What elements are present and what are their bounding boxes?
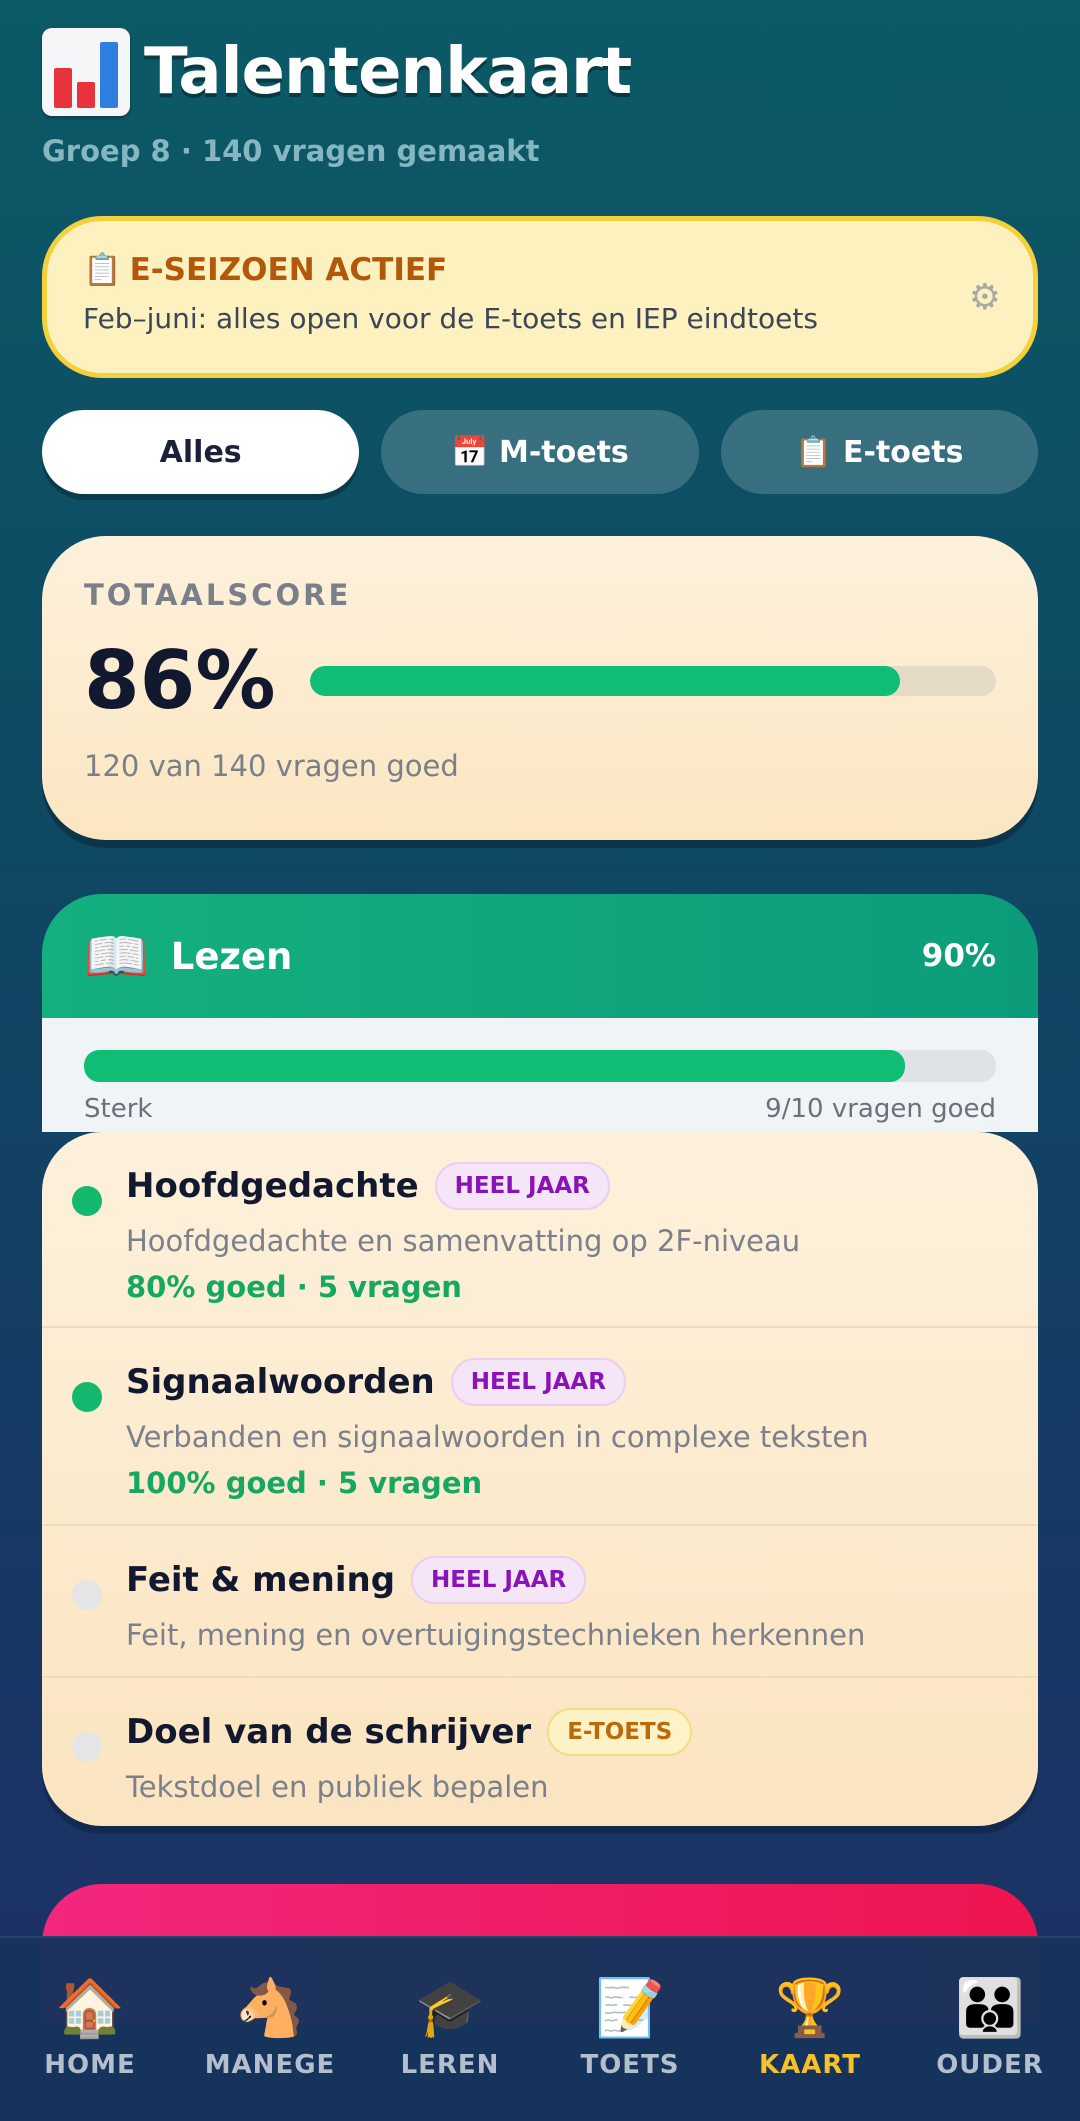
topic-badge: HEEL JAAR [411,1556,587,1604]
section-progress-fill [84,1050,905,1082]
topic-score: 100% goed · 5 vragen [126,1466,483,1500]
section-header-lezen[interactable]: 📖 Lezen 90% [42,894,1038,1018]
section-detail: 9/10 vragen goed [765,1094,996,1124]
nav-ouder[interactable]: 👪 OUDER [905,1976,1075,2080]
topic-description: Tekstdoel en publiek bepalen [126,1770,549,1804]
banner-text: Feb–juni: alles open voor de E-toets en … [83,302,818,335]
banner-title: E-SEIZOEN ACTIEF [129,251,448,288]
page-title: Talentenkaart [144,35,632,109]
topic-title: Signaalwoorden [126,1362,435,1402]
nav-label: HOME [44,2050,136,2080]
total-progress-bar [310,665,996,696]
nav-label: TOETS [580,2050,680,2080]
list-item[interactable]: Hoofdgedachte HEEL JAAR Hoofdgedachte en… [42,1132,1038,1328]
house-icon: 🏠 [55,1976,125,2041]
memo-icon: 📝 [595,1976,665,2041]
page-subtitle: Groep 8 · 140 vragen gemaakt [42,134,540,168]
page-header: Talentenkaart Groep 8 · 140 vragen gemaa… [42,28,632,168]
tab-m-toets[interactable]: 📅 M-toets [381,410,699,494]
topic-list: Hoofdgedachte HEEL JAAR Hoofdgedachte en… [42,1132,1038,1826]
nav-label: OUDER [936,2050,1044,2080]
topic-title: Feit & mening [126,1560,396,1600]
section-level: Sterk [84,1094,153,1124]
list-item[interactable]: Doel van de schrijver E-TOETS Tekstdoel … [42,1678,1038,1826]
total-score-label: TOTAALSCORE [84,578,352,612]
topic-badge: E-TOETS [547,1708,693,1756]
family-icon: 👪 [955,1976,1025,2041]
topic-title: Doel van de schrijver [126,1712,532,1752]
list-item[interactable]: Feit & mening HEEL JAAR Feit, mening en … [42,1526,1038,1678]
season-banner: 📋 E-SEIZOEN ACTIEF Feb–juni: alles open … [42,216,1038,378]
topic-description: Verbanden en signaalwoorden in complexe … [126,1420,869,1454]
topic-description: Feit, mening en overtuigingstechnieken h… [126,1618,866,1652]
gear-icon[interactable]: ⚙ [969,277,1001,318]
tab-e-toets[interactable]: 📋 E-toets [720,410,1038,494]
filter-tabs: Alles 📅 M-toets 📋 E-toets [42,410,1038,494]
nav-label: KAART [759,2050,861,2080]
topic-badge: HEEL JAAR [434,1162,610,1210]
horse-icon: 🐴 [235,1976,305,2041]
section-percent: 90% [921,938,996,974]
topic-title: Hoofdgedachte [126,1166,419,1206]
section-progress-bar [84,1050,996,1082]
section-progress: Sterk 9/10 vragen goed [42,1018,1038,1132]
status-dot [72,1186,102,1216]
bar-chart-icon [42,28,130,116]
nav-label: LEREN [400,2050,500,2080]
topic-badge: HEEL JAAR [450,1358,626,1406]
total-score-card: TOTAALSCORE 86% 120 van 140 vragen goed [42,536,1038,840]
topic-score: 80% goed · 5 vragen [126,1270,462,1304]
bottom-navigation: 🏠 HOME 🐴 MANEGE 🎓 LEREN 📝 TOETS 🏆 KAART … [0,1936,1080,2121]
total-score-detail: 120 van 140 vragen goed [84,749,459,783]
status-dot [72,1580,102,1610]
graduation-cap-icon: 🎓 [415,1976,485,2041]
topic-description: Hoofdgedachte en samenvatting op 2F-nive… [126,1224,801,1258]
section-title: Lezen [170,934,293,978]
total-progress-fill [310,665,900,696]
nav-home[interactable]: 🏠 HOME [5,1976,175,2080]
nav-manege[interactable]: 🐴 MANEGE [185,1976,355,2080]
total-score-percent: 86% [84,634,276,727]
list-item[interactable]: Signaalwoorden HEEL JAAR Verbanden en si… [42,1328,1038,1526]
trophy-icon: 🏆 [775,1976,845,2041]
nav-toets[interactable]: 📝 TOETS [545,1976,715,2080]
tab-alles[interactable]: Alles [42,410,360,494]
status-dot [72,1382,102,1412]
clipboard-icon: 📋 [83,252,122,288]
nav-leren[interactable]: 🎓 LEREN [365,1976,535,2080]
open-book-icon: 📖 [84,926,149,987]
status-dot [72,1732,102,1762]
nav-kaart[interactable]: 🏆 KAART [725,1976,895,2080]
nav-label: MANEGE [204,2050,336,2080]
